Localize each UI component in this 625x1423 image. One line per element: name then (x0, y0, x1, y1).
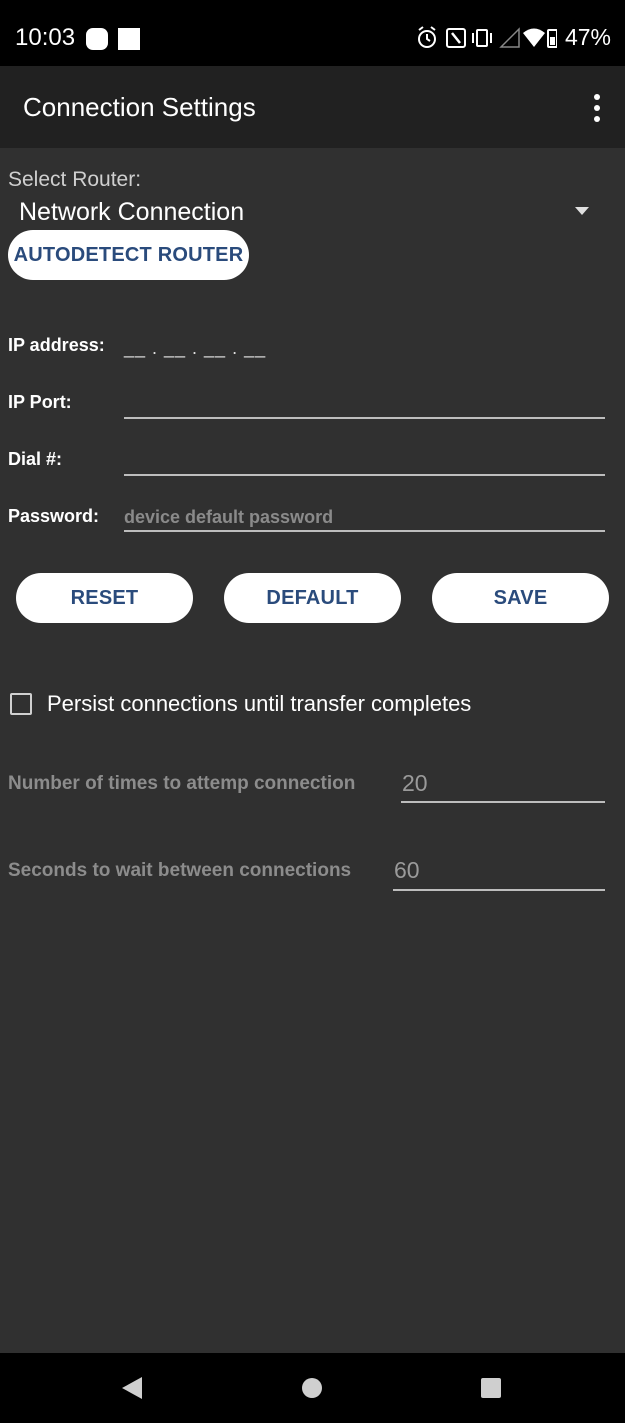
status-left-icons (86, 28, 146, 57)
battery-percent: 47% (564, 24, 611, 50)
app-notification-icon (86, 28, 108, 50)
persist-checkbox-label[interactable]: Persist connections until transfer compl… (47, 691, 471, 717)
wait-input[interactable]: 60 (394, 857, 420, 884)
home-icon[interactable] (302, 1378, 322, 1398)
dial-input[interactable] (124, 449, 605, 473)
attempts-underline (401, 801, 605, 803)
alarm-icon (417, 25, 436, 48)
wifi-icon (522, 28, 545, 47)
system-nav-bar (0, 1353, 625, 1423)
router-selected-value: Network Connection (19, 198, 245, 226)
status-bar: 10:03 47% (0, 0, 625, 66)
autodetect-router-button[interactable]: AUTODETECT ROUTER (8, 230, 249, 280)
overflow-menu-icon[interactable] (591, 94, 603, 122)
stop-square-icon (118, 28, 140, 50)
dial-label: Dial #: (8, 449, 63, 469)
back-icon[interactable] (122, 1377, 142, 1399)
signal-icon (499, 26, 520, 48)
nfc-icon (445, 27, 466, 48)
vibrate-icon (471, 28, 492, 47)
select-router-label: Select Router: (8, 168, 142, 191)
ip-address-label: IP address: (8, 335, 105, 355)
attempts-input[interactable]: 20 (402, 770, 428, 797)
ip-port-input[interactable] (124, 392, 605, 416)
attempts-label: Number of times to attemp connection (8, 773, 356, 794)
settings-content: Select Router: Network Connection AUTODE… (0, 148, 625, 1353)
ip-port-underline (124, 417, 605, 419)
status-time: 10:03 (15, 24, 76, 51)
default-button[interactable]: DEFAULT (224, 573, 401, 623)
password-label: Password: (8, 506, 100, 526)
dial-underline (124, 474, 605, 476)
persist-checkbox[interactable] (10, 693, 32, 715)
wait-underline (393, 889, 605, 891)
save-button[interactable]: SAVE (432, 573, 609, 623)
dropdown-arrow-icon (575, 207, 589, 215)
app-bar: Connection Settings (0, 66, 625, 148)
wait-label: Seconds to wait between connections (8, 860, 352, 881)
reset-button[interactable]: RESET (16, 573, 193, 623)
ip-port-label: IP Port: (8, 392, 72, 412)
ip-address-input[interactable]: __ . __ . __ . __ (124, 338, 266, 359)
battery-icon (546, 28, 557, 48)
recents-icon[interactable] (481, 1378, 501, 1398)
page-title: Connection Settings (23, 92, 256, 122)
router-spinner[interactable]: Network Connection (19, 198, 599, 228)
password-underline (124, 530, 605, 532)
status-right-icons: 47% (417, 24, 611, 51)
password-input[interactable]: device default password (124, 507, 333, 528)
